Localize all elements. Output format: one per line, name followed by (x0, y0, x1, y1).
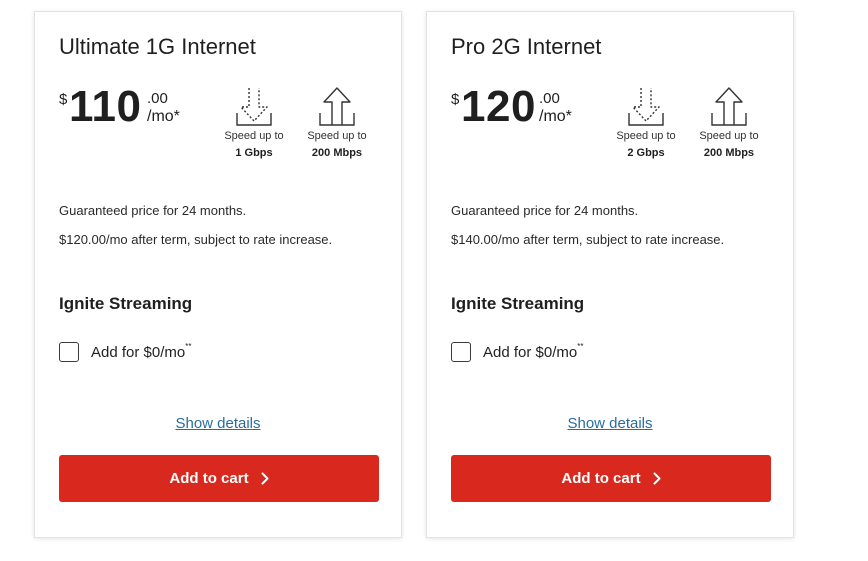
show-details-link[interactable]: Show details (175, 415, 260, 432)
price-amount: 110 (69, 82, 142, 131)
plan-price: $ 120 .00 /mo* (451, 82, 611, 140)
addon-option[interactable]: Add for $0/mo** (59, 342, 191, 362)
price-currency: $ (59, 91, 68, 108)
upload-speed: Speed up to 200 Mbps (302, 85, 372, 159)
download-arrow-icon (236, 88, 272, 126)
after-term-note: $120.00/mo after term, subject to rate i… (59, 232, 333, 247)
upload-speed-value: 200 Mbps (311, 147, 363, 159)
plan-title: Pro 2G Internet (451, 34, 602, 59)
after-term-note: $140.00/mo after term, subject to rate i… (451, 232, 725, 247)
show-details-link[interactable]: Show details (567, 415, 652, 432)
download-speed: Speed up to 2 Gbps (611, 85, 681, 159)
plan-card-ultimate-1g: Ultimate 1G Internet $ 110 .00 /mo* Spee… (34, 11, 402, 538)
addon-label: Add for $0/mo** (483, 341, 584, 361)
plan-title: Ultimate 1G Internet (59, 34, 256, 59)
price-amount: 120 (461, 82, 536, 131)
download-speed-value: 2 Gbps (627, 147, 665, 159)
addon-option[interactable]: Add for $0/mo** (451, 342, 583, 362)
addon-footnote-mark: ** (185, 341, 192, 351)
chevron-right-icon (653, 472, 661, 485)
download-speed-label: Speed up to (616, 130, 676, 142)
add-to-cart-label: Add to cart (561, 470, 641, 487)
plan-price: $ 110 .00 /mo* (59, 82, 219, 140)
add-to-cart-label: Add to cart (169, 470, 249, 487)
price-currency: $ (451, 91, 460, 108)
addon-label-text: Add for $0/mo (91, 343, 186, 361)
addon-title: Ignite Streaming (451, 294, 585, 313)
download-speed-value: 1 Gbps (235, 147, 273, 159)
guarantee-note: Guaranteed price for 24 months. (451, 203, 639, 218)
addon-label-text: Add for $0/mo (483, 343, 578, 361)
upload-speed: Speed up to 200 Mbps (694, 85, 764, 159)
addon-footnote-mark: ** (577, 341, 584, 351)
addon-label: Add for $0/mo** (91, 341, 192, 361)
add-to-cart-button[interactable]: Add to cart (59, 455, 379, 502)
download-speed: Speed up to 1 Gbps (219, 85, 289, 159)
plan-card-pro-2g: Pro 2G Internet $ 120 .00 /mo* Speed up … (426, 11, 794, 538)
price-cents: .00 (147, 90, 168, 107)
upload-speed-label: Speed up to (307, 130, 367, 142)
guarantee-note: Guaranteed price for 24 months. (59, 203, 247, 218)
details-row: Show details (427, 415, 793, 432)
chevron-right-icon (261, 472, 269, 485)
upload-speed-label: Speed up to (699, 130, 759, 142)
download-speed-label: Speed up to (224, 130, 284, 142)
add-to-cart-button[interactable]: Add to cart (451, 455, 771, 502)
price-period: /mo* (147, 108, 180, 125)
addon-title: Ignite Streaming (59, 294, 193, 313)
price-period: /mo* (539, 108, 572, 125)
addon-checkbox[interactable] (451, 342, 471, 362)
upload-arrow-icon (711, 87, 747, 126)
upload-arrow-icon (319, 87, 355, 126)
addon-checkbox[interactable] (59, 342, 79, 362)
price-cents: .00 (539, 90, 560, 107)
download-arrow-icon (628, 88, 664, 126)
details-row: Show details (35, 415, 401, 432)
upload-speed-value: 200 Mbps (703, 147, 755, 159)
